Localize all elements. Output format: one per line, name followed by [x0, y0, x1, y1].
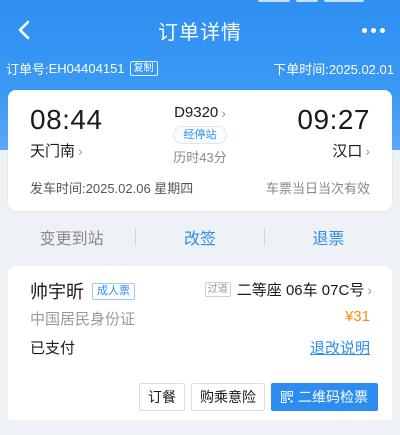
ticket-actions: 变更到站 改签 退票	[8, 216, 392, 258]
chevron-right-icon: ›	[221, 104, 226, 121]
more-button[interactable]	[358, 18, 388, 42]
passenger-card: 帅宇昕 成人票 过道 二等座 06车 07C号 › 中国居民身份证 ¥31 已支…	[8, 266, 392, 382]
chevron-right-icon: ›	[365, 142, 370, 159]
chevron-left-icon	[18, 20, 30, 40]
navigation-bar: 订单详情	[0, 10, 400, 50]
depart-date-value: 2025.02.06 星期四	[85, 181, 194, 196]
placed-time: 下单时间:2025.02.01	[273, 59, 394, 78]
order-meal-button[interactable]: 订餐	[139, 383, 185, 411]
placed-time-value: 2025.02.01	[328, 61, 394, 77]
train-number-label: D9320	[174, 104, 219, 121]
refund-button[interactable]: 退票	[265, 225, 392, 249]
train-info-card: 08:44 天门南 › D9320 › 经停站 历时43分 09:27 汉口 ›…	[8, 90, 392, 211]
id-type: 中国居民身份证	[30, 311, 136, 328]
page-title: 订单详情	[158, 21, 242, 44]
order-no-label: 订单号:	[6, 61, 49, 77]
status-bar	[0, 0, 400, 8]
arrive-time: 09:27	[297, 104, 370, 135]
train-number[interactable]: D9320 ›	[174, 104, 226, 121]
qr-code-icon	[281, 391, 293, 403]
aisle-tag: 过道	[204, 282, 231, 297]
seat-info[interactable]: 过道 二等座 06车 07C号 ›	[204, 279, 372, 300]
passenger-name-row: 帅宇昕 成人票	[30, 278, 135, 304]
order-no: EH04404151	[48, 60, 125, 76]
chevron-right-icon: ›	[367, 281, 372, 298]
passenger-action-bar: 订餐 购乘意险 二维码检票	[8, 374, 392, 420]
refund-rules-link[interactable]: 退改说明	[310, 337, 370, 358]
placed-time-label: 下单时间:	[273, 61, 329, 77]
arrive-station-label: 汉口	[332, 143, 363, 160]
seat-label: 二等座 06车 07C号	[236, 282, 365, 299]
pay-status: 已支付	[30, 340, 76, 357]
more-dots-icon	[361, 27, 367, 33]
buy-insurance-button[interactable]: 购乘意险	[191, 383, 265, 411]
order-info-row: 订单号: EH04404151 复制 下单时间:2025.02.01	[6, 58, 394, 78]
back-button[interactable]	[12, 16, 36, 44]
rebook-button[interactable]: 改签	[136, 225, 263, 249]
ticket-validity: 车票当日当次有效	[265, 181, 370, 196]
qr-check-button[interactable]: 二维码检票	[271, 383, 378, 411]
ticket-price: ¥31	[344, 308, 370, 325]
change-station-button[interactable]: 变更到站	[8, 225, 135, 249]
copy-button[interactable]: 复制	[129, 60, 158, 76]
ticket-type-badge: 成人票	[92, 282, 135, 300]
passenger-name: 帅宇昕	[30, 282, 84, 302]
arrive-station[interactable]: 汉口 ›	[332, 140, 370, 161]
via-stations-button[interactable]: 经停站	[173, 126, 227, 144]
depart-date: 发车时间:2025.02.06 星期四	[30, 178, 193, 197]
qr-check-label: 二维码检票	[298, 389, 368, 405]
depart-date-label: 发车时间:	[30, 181, 86, 196]
